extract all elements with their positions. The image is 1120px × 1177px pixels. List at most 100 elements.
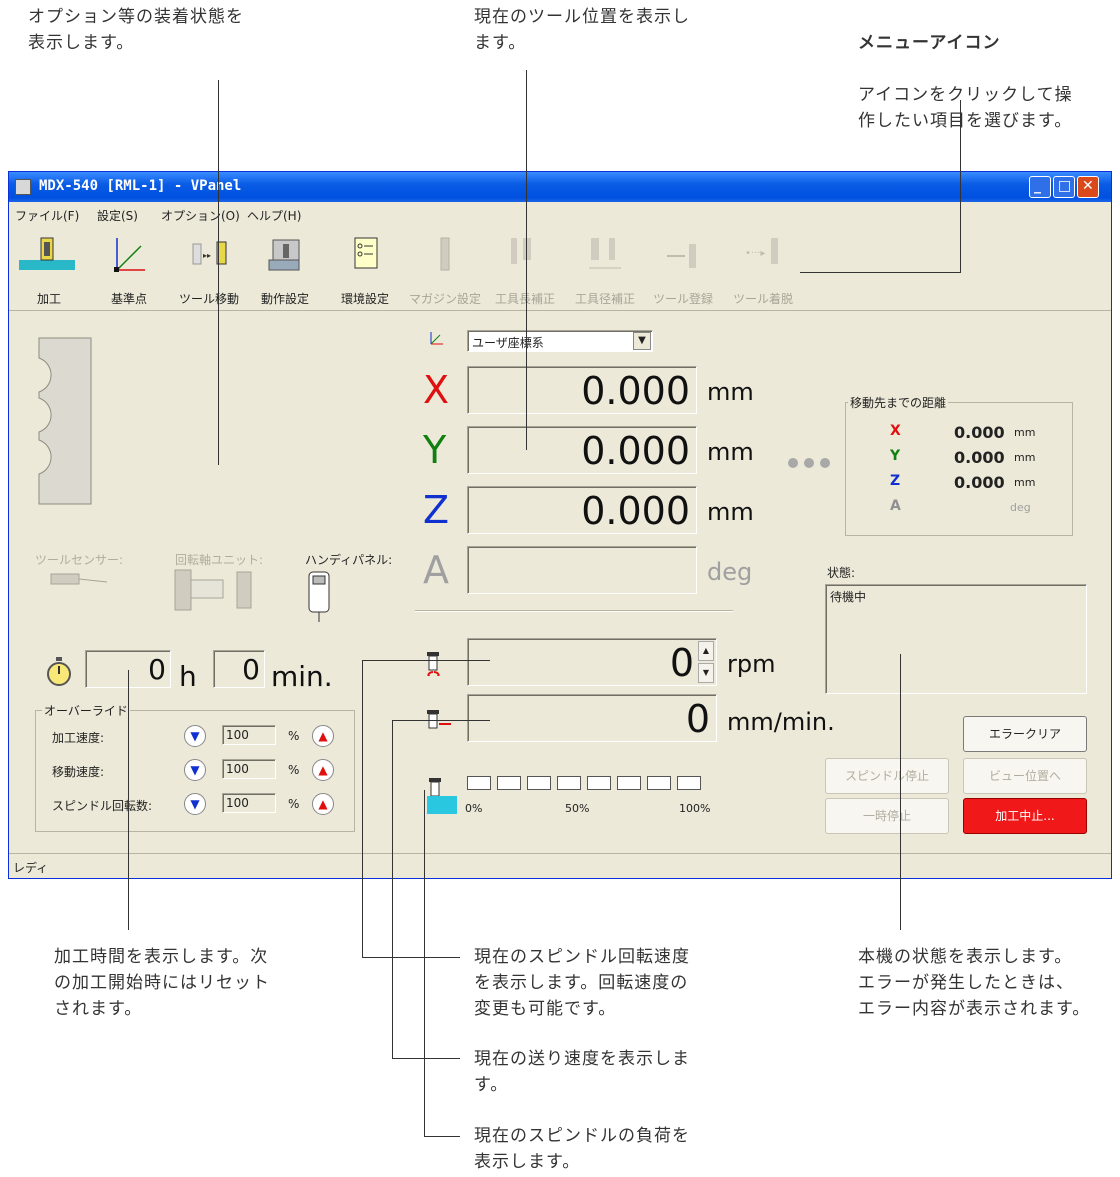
annotation-cut-time: 加工時間を表示します。次 の加工開始時にはリセット されます。	[54, 947, 270, 1019]
load-segment	[467, 776, 491, 790]
annotation-spindle-speed: 現在のスピンドル回転速度 を表示します。回転速度の 変更も可能です。	[474, 947, 690, 1019]
override-decrease-icon[interactable]: ▼	[184, 725, 206, 747]
tool-register-icon	[667, 244, 696, 268]
override-increase-icon[interactable]: ▲	[312, 725, 334, 747]
tool-origin[interactable]: 基準点	[91, 232, 167, 306]
axis-unit-x: mm	[707, 378, 754, 406]
leader-line-spindle-h	[362, 660, 490, 661]
annotation-machine-status: 本機の状態を表示します。 エラーが発生したときは、 エラー内容が表示されます。	[858, 947, 1091, 1019]
leader-line-options	[218, 80, 219, 465]
tool-diameter-icon	[589, 238, 621, 269]
tool-magazine-settings-label: マガジン設定	[408, 292, 481, 306]
menu-settings[interactable]: 設定(S)	[97, 207, 138, 224]
chevron-down-icon[interactable]: ▼	[633, 332, 651, 350]
load-label-50: 50%	[565, 802, 590, 815]
axis-value-y: 0.000	[581, 429, 690, 473]
abort-button[interactable]: 加工中止...	[963, 798, 1087, 834]
annotation-menu-icon-desc: アイコンをクリックして操 作したい項目を選びます。	[858, 85, 1073, 131]
handy-panel-icon	[308, 571, 330, 622]
override-increase-icon[interactable]: ▲	[312, 793, 334, 815]
axis-label-x: X	[423, 368, 450, 412]
override-decrease-icon[interactable]: ▼	[184, 759, 206, 781]
feed-rate-icon	[427, 710, 451, 729]
distance-title: 移動先までの距離	[848, 394, 949, 411]
override-increase-icon[interactable]: ▲	[312, 759, 334, 781]
distance-value-z: 0.000	[954, 473, 1005, 492]
divider	[415, 610, 733, 612]
maximize-button[interactable]: □	[1053, 176, 1075, 198]
override-value-1: 100	[226, 762, 249, 776]
origin-icon	[114, 238, 145, 272]
distance-axis-x: X	[890, 423, 901, 439]
more-dots-icon	[788, 458, 830, 468]
override-field-2: 100	[222, 793, 276, 813]
menu-options[interactable]: オプション(O)	[161, 207, 240, 224]
spinner-down-icon[interactable]: ▼	[698, 663, 714, 683]
menu-file[interactable]: ファイル(F)	[15, 207, 79, 224]
error-clear-button[interactable]: エラークリア	[963, 716, 1087, 752]
leader-line-load-end	[424, 1136, 460, 1137]
axis-field-a	[467, 546, 697, 594]
coordinate-system-select[interactable]: ユーザ座標系 ▼	[467, 330, 653, 352]
override-field-1: 100	[222, 759, 276, 779]
tool-environment-settings[interactable]: 環境設定	[327, 232, 403, 306]
menu-help[interactable]: ヘルプ(H)	[247, 207, 301, 224]
leader-line-menu-icon-v	[960, 100, 961, 273]
override-label-2: スピンドル回転数:	[52, 799, 153, 813]
leader-line-cut-time	[128, 670, 129, 930]
override-label-0: 加工速度:	[52, 731, 105, 745]
spindle-speed-field[interactable]: 0 ▲ ▼	[467, 638, 717, 686]
override-unit-0: %	[288, 729, 300, 743]
axis-unit-z: mm	[707, 498, 754, 526]
distance-unit-y: mm	[1014, 451, 1036, 464]
distance-axis-a: A	[890, 498, 901, 514]
distance-group: 移動先までの距離 X 0.000 mm Y 0.000 mm Z 0.000 mm Adeg	[845, 394, 1073, 536]
override-group: オーバーライド 加工速度: ▼ 100% ▲ 移動速度: ▼ 100% ▲ スピンドル回転数: ▼…	[35, 702, 355, 832]
spindle-stop-button[interactable]: スピンドル停止	[825, 758, 949, 794]
load-segment	[527, 776, 551, 790]
load-label-100: 100%	[679, 802, 711, 815]
tool-diameter-compensation[interactable]: 工具径補正	[567, 232, 643, 306]
tool-move[interactable]: ▸▸ ツール移動	[171, 232, 247, 306]
leader-line-feed-v	[392, 720, 393, 1058]
tool-operation-settings[interactable]: 動作設定	[247, 232, 323, 306]
load-segment	[677, 776, 701, 790]
toolbar: 加工 基準点 ▸▸ ツール移動 動作設定 環境設定 マガジン設定 工具長補正 工	[9, 226, 1111, 311]
close-button[interactable]: ✕	[1077, 176, 1099, 198]
leader-line-spindle-end	[362, 957, 460, 958]
spinner-up-icon[interactable]: ▲	[698, 641, 714, 661]
svg-text:▸▸: ▸▸	[203, 251, 211, 260]
leader-line-menu-icon-h	[800, 272, 961, 273]
tool-operation-settings-label: 動作設定	[260, 292, 309, 306]
tool-length-icon	[511, 238, 531, 264]
tool-attach-detach[interactable]: •···▸ ツール着脱	[725, 232, 801, 306]
axis-field-x: 0.000	[467, 366, 697, 414]
tool-register[interactable]: ツール登録	[645, 232, 721, 306]
hours-value: 0	[148, 653, 166, 686]
tool-cut[interactable]: 加工	[11, 232, 87, 306]
tool-length-compensation-label: 工具長補正	[494, 292, 555, 306]
status-box: 待機中	[825, 584, 1087, 694]
tool-magazine-graphic	[38, 337, 92, 505]
override-unit-2: %	[288, 797, 300, 811]
tool-magazine-settings[interactable]: マガジン設定	[407, 232, 483, 306]
coordinate-system-icon	[430, 332, 443, 345]
leader-line-spindle-v	[362, 660, 363, 957]
pause-button[interactable]: 一時停止	[825, 798, 949, 834]
tool-register-label: ツール登録	[652, 292, 713, 306]
leader-line-load-v	[424, 790, 425, 1136]
axis-unit-y: mm	[707, 438, 754, 466]
tool-origin-label: 基準点	[110, 292, 147, 306]
minimize-button[interactable]: _	[1029, 176, 1051, 198]
spindle-speed-value: 0	[669, 641, 694, 685]
axis-label-a: A	[423, 548, 449, 592]
leader-line-feed-h	[392, 720, 490, 721]
annotation-menu-icon-title: メニューアイコン	[858, 33, 1001, 53]
leader-line-tool-position	[526, 70, 527, 450]
tool-length-compensation[interactable]: 工具長補正	[487, 232, 563, 306]
load-segment	[617, 776, 641, 790]
axis-unit-a: deg	[707, 558, 753, 586]
title-bar[interactable]: MDX-540 [RML-1] - VPanel _ □ ✕	[9, 172, 1111, 202]
override-decrease-icon[interactable]: ▼	[184, 793, 206, 815]
view-position-button[interactable]: ビュー位置へ	[963, 758, 1087, 794]
